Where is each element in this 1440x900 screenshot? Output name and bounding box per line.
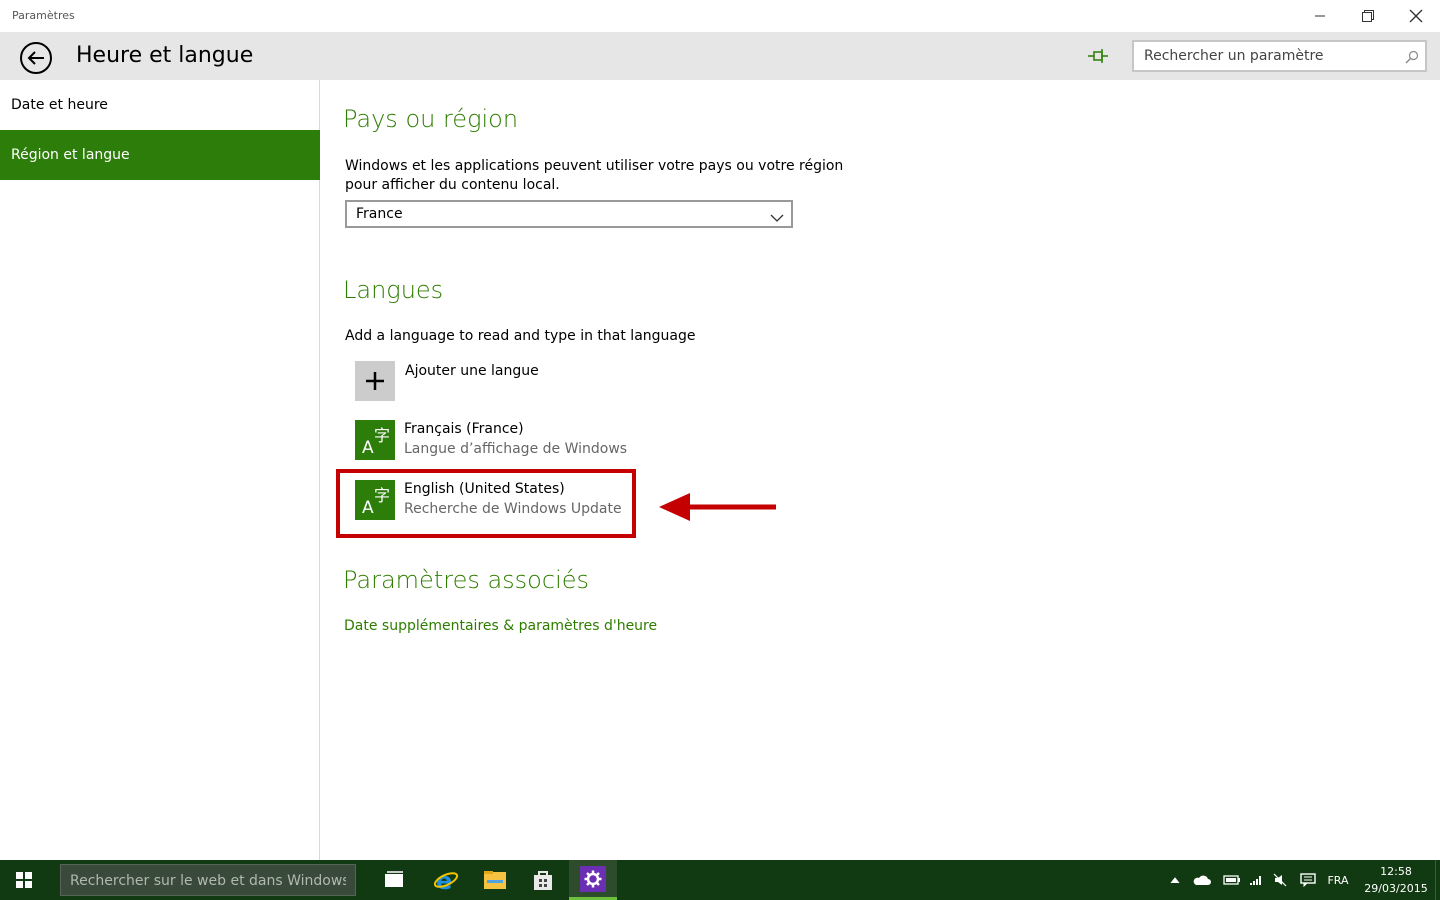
sidebar-item-region-language[interactable]: Région et langue	[0, 130, 320, 180]
annotation-highlight-box	[336, 469, 636, 538]
gear-icon	[580, 865, 606, 892]
network-signal-icon[interactable]	[1246, 860, 1266, 900]
add-language-label: Ajouter une langue	[405, 363, 539, 379]
restore-icon	[1362, 10, 1374, 22]
start-button[interactable]	[0, 860, 48, 900]
title-bar: Paramètres	[0, 0, 1440, 32]
sidebar-item-date-time[interactable]: Date et heure	[0, 80, 320, 130]
region-description-line1: Windows et les applications peuvent util…	[345, 158, 844, 174]
page-title: Heure et langue	[76, 43, 254, 68]
restore-button[interactable]	[1344, 0, 1392, 32]
show-hidden-icons-chevron-up-icon[interactable]	[1166, 860, 1184, 900]
language-name: Français (France)	[404, 421, 524, 437]
language-icon: A 字	[355, 420, 395, 460]
settings-header: Heure et langue	[0, 32, 1440, 80]
country-dropdown[interactable]: France	[345, 200, 793, 228]
battery-icon[interactable]	[1220, 860, 1244, 900]
internet-explorer-icon: e	[433, 867, 459, 893]
pin-icon[interactable]	[1087, 46, 1109, 66]
region-section-title: Pays ou région	[343, 105, 519, 133]
sidebar: Date et heure Région et langue	[0, 80, 320, 860]
settings-app-button[interactable]	[569, 860, 617, 900]
show-desktop-button[interactable]	[1435, 860, 1440, 900]
close-icon	[1409, 9, 1423, 23]
onedrive-cloud-icon[interactable]	[1190, 860, 1214, 900]
task-view-button[interactable]	[370, 860, 418, 900]
clock-time: 12:58	[1380, 865, 1412, 878]
taskbar-clock[interactable]: 12:58 29/03/2015	[1360, 863, 1432, 897]
taskbar-search-box[interactable]	[60, 864, 356, 896]
languages-section-title: Langues	[343, 276, 444, 304]
clock-date: 29/03/2015	[1364, 882, 1428, 895]
related-section-title: Paramètres associés	[343, 566, 589, 594]
folder-icon	[484, 871, 506, 889]
store-button[interactable]	[519, 860, 567, 900]
languages-description: Add a language to read and type in that …	[345, 328, 696, 344]
plus-icon	[355, 361, 395, 401]
svg-text:A: A	[362, 438, 374, 456]
annotation-arrow-icon	[659, 493, 776, 521]
region-description-line2: pour afficher du contenu local.	[345, 177, 560, 193]
taskbar: e	[0, 860, 1440, 900]
windows-logo-icon	[16, 872, 32, 888]
task-view-icon	[385, 871, 403, 887]
add-language-button[interactable]: Ajouter une langue	[355, 361, 645, 405]
related-settings-link[interactable]: Date supplémentaires & paramètres d'heur…	[344, 618, 657, 634]
action-center-icon[interactable]	[1296, 860, 1320, 900]
store-icon	[534, 871, 552, 890]
volume-muted-icon[interactable]	[1270, 860, 1290, 900]
taskbar-search-input[interactable]	[68, 871, 348, 891]
window-title: Paramètres	[12, 9, 75, 22]
language-status: Langue d’affichage de Windows	[404, 441, 628, 457]
search-icon[interactable]	[1405, 49, 1419, 68]
file-explorer-button[interactable]	[471, 860, 519, 900]
minimize-icon	[1315, 15, 1325, 17]
close-button[interactable]	[1392, 0, 1440, 32]
language-item[interactable]: A 字 Français (France) Langue d’affichage…	[355, 420, 645, 464]
country-dropdown-value: France	[356, 206, 403, 222]
back-button[interactable]	[20, 42, 52, 74]
svg-text:字: 字	[374, 426, 390, 445]
chevron-down-icon	[770, 208, 784, 227]
settings-search-input[interactable]	[1142, 46, 1397, 66]
minimize-button[interactable]	[1296, 0, 1344, 32]
back-arrow-icon	[27, 51, 44, 65]
settings-search-box[interactable]	[1132, 40, 1427, 72]
input-language-indicator[interactable]: FRA	[1322, 860, 1354, 900]
main-content: Pays ou région Windows et les applicatio…	[321, 80, 1440, 860]
internet-explorer-button[interactable]: e	[422, 860, 470, 900]
